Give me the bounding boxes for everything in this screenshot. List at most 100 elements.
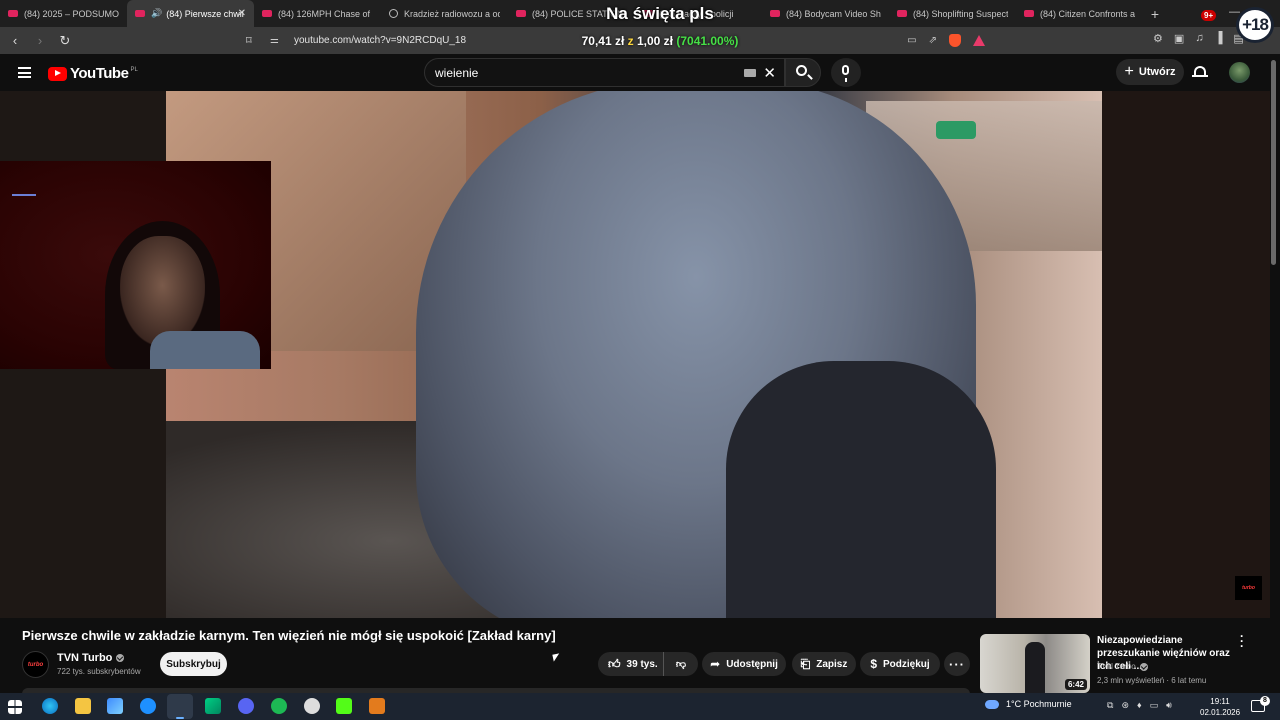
cast-icon[interactable]: ▭ bbox=[907, 35, 916, 46]
sidebar-icon[interactable]: ▐ bbox=[1215, 32, 1223, 45]
donation-progress: 70,41 zł z 1,00 zł (7041.00%) bbox=[526, 34, 794, 48]
notifications-bell-icon[interactable] bbox=[1192, 64, 1208, 79]
like-dislike-group: 👍︎ 39 tys. 👎︎ bbox=[598, 652, 698, 676]
subscriber-count: 722 tys. subskrybentów bbox=[57, 667, 141, 676]
clock-date: 02.01.2026 bbox=[1200, 708, 1241, 717]
dislike-button[interactable]: 👎︎ bbox=[664, 658, 698, 670]
recommendation-meta: 2,3 mln wyświetleń · 6 lat temu bbox=[1097, 676, 1207, 685]
donation-title: Na święta pls bbox=[606, 4, 714, 23]
browser-tab[interactable]: (84) Citizen Confronts an bbox=[1016, 0, 1143, 27]
microphone-icon bbox=[842, 65, 849, 82]
more-actions-button[interactable]: ··· bbox=[944, 652, 970, 676]
clear-search-icon[interactable]: ✕ bbox=[763, 64, 776, 82]
browser-tab-active[interactable]: 🔊 (84) Pierwsze chwil ✕ bbox=[127, 0, 254, 27]
channel-name[interactable]: TVN Turbo bbox=[57, 652, 125, 664]
play-app-icon[interactable] bbox=[205, 698, 221, 714]
youtube-icon bbox=[516, 10, 526, 17]
subscribe-button[interactable]: Subskrybuj bbox=[160, 652, 227, 676]
spotify-icon[interactable] bbox=[271, 698, 287, 714]
account-avatar[interactable] bbox=[1229, 62, 1250, 83]
music-icon[interactable]: ♫ bbox=[1195, 32, 1203, 45]
donation-sep: z bbox=[627, 34, 634, 48]
forward-icon[interactable]: › bbox=[30, 33, 50, 48]
age-restriction-badge: +18 bbox=[1236, 7, 1274, 43]
webcam-accent-line bbox=[12, 194, 36, 196]
streamer-webcam-overlay bbox=[0, 161, 271, 369]
voice-search-button[interactable] bbox=[831, 58, 861, 87]
thumbnail-person bbox=[1025, 642, 1045, 693]
tray-app-icon[interactable]: ⧉ bbox=[1107, 700, 1113, 711]
save-button[interactable]: ⎗ Zapisz bbox=[792, 652, 856, 676]
brave-rewards-icon[interactable] bbox=[973, 35, 985, 46]
browser-tab[interactable]: Kradzież radiowozu a odp bbox=[381, 0, 508, 27]
mail-icon[interactable] bbox=[140, 698, 156, 714]
brave-shields-icon[interactable] bbox=[949, 34, 961, 47]
mouse-cursor bbox=[552, 653, 561, 662]
taskbar-active-indicator bbox=[167, 694, 193, 719]
new-tab-button[interactable]: + bbox=[1143, 6, 1167, 22]
back-icon[interactable]: ‹ bbox=[5, 33, 25, 48]
youtube-play-icon bbox=[48, 66, 67, 81]
file-explorer-icon[interactable] bbox=[75, 698, 91, 714]
duration-badge: 6:42 bbox=[1064, 679, 1087, 690]
donation-goal: 1,00 zł bbox=[636, 34, 674, 48]
discord-icon[interactable] bbox=[238, 698, 254, 714]
share-button[interactable]: ➦ Udostępnij bbox=[702, 652, 786, 676]
volume-icon[interactable]: 🔊︎ bbox=[1166, 700, 1172, 711]
browser-tab[interactable]: (84) Shoplifting Suspect P bbox=[889, 0, 1016, 27]
verified-icon bbox=[1139, 662, 1148, 671]
tray-app-icon[interactable]: ⊛ bbox=[1121, 700, 1129, 711]
site-settings-icon[interactable]: ⚌ bbox=[270, 35, 290, 46]
browser-tab[interactable]: (84) 126MPH Chase of Sto bbox=[254, 0, 381, 27]
video-frame[interactable] bbox=[166, 91, 1103, 618]
keyboard-icon[interactable] bbox=[744, 69, 756, 77]
video-scene-officer-legs bbox=[726, 361, 996, 618]
recommendation-more-icon[interactable]: · · · bbox=[1238, 630, 1246, 652]
super-thanks-icon: $ bbox=[870, 657, 877, 671]
mic-tray-icon[interactable]: ♦ bbox=[1137, 700, 1142, 711]
notification-count-badge: 9+ bbox=[1201, 10, 1217, 21]
taskbar-clock[interactable]: 19:11 02.01.2026 bbox=[1200, 696, 1240, 718]
browser-tab[interactable]: (84) 2025 – PODSUMOWA bbox=[0, 0, 127, 27]
share-icon[interactable]: ⇗ bbox=[929, 35, 937, 46]
youtube-icon bbox=[1024, 10, 1034, 17]
create-button[interactable]: + Utwórz bbox=[1116, 59, 1184, 85]
verified-icon bbox=[116, 654, 125, 662]
network-icon[interactable]: ▭ bbox=[1150, 700, 1159, 711]
notification-center-icon[interactable]: 8 bbox=[1251, 696, 1270, 712]
channel-avatar[interactable]: turbo bbox=[22, 651, 49, 678]
bookmark-icon[interactable]: ⌑ bbox=[246, 34, 264, 47]
page-scrollbar[interactable] bbox=[1271, 60, 1276, 265]
edge-icon[interactable] bbox=[42, 698, 58, 714]
url-bar-actions: ▭ ⇗ bbox=[907, 34, 985, 47]
vlc-icon[interactable] bbox=[369, 698, 385, 714]
obs-icon[interactable] bbox=[304, 698, 320, 714]
youtube-icon bbox=[897, 10, 907, 17]
bookmark-icon: ⎗ bbox=[800, 656, 811, 671]
video-scene-object bbox=[936, 121, 976, 139]
youtube-logo[interactable]: YouTube PL bbox=[48, 65, 138, 82]
menu-icon[interactable] bbox=[18, 67, 31, 78]
youtube-icon bbox=[262, 10, 272, 17]
like-button[interactable]: 👍︎ 39 tys. bbox=[598, 652, 664, 676]
speaker-icon[interactable]: 🔊 bbox=[151, 8, 162, 19]
recommendation-thumbnail[interactable]: 6:42 bbox=[980, 634, 1090, 693]
webcam-person-face bbox=[120, 236, 205, 346]
recommendation-channel[interactable]: TVN Turbo bbox=[1097, 662, 1148, 671]
windows-start-icon[interactable] bbox=[8, 700, 22, 714]
close-tab-icon[interactable]: ✕ bbox=[238, 8, 246, 19]
youtube-icon bbox=[135, 10, 145, 17]
thanks-button[interactable]: $ Podziękuj bbox=[860, 652, 940, 676]
kick-icon[interactable] bbox=[336, 698, 352, 714]
reading-icon[interactable]: ▣ bbox=[1174, 32, 1184, 45]
notification-count: 8 bbox=[1260, 696, 1270, 706]
cloud-icon bbox=[985, 699, 999, 709]
url-text[interactable]: youtube.com/watch?v=9N2RCDqU_18 bbox=[294, 35, 466, 46]
channel-watermark[interactable]: turbo bbox=[1235, 576, 1262, 600]
video-letterbox-right bbox=[1102, 91, 1270, 618]
reload-icon[interactable]: ↻ bbox=[55, 33, 75, 49]
thumbs-down-icon: 👎︎ bbox=[675, 659, 687, 670]
extension-icon[interactable]: ⚙ bbox=[1153, 32, 1163, 45]
weather-widget[interactable]: 1°C Pochmurnie bbox=[985, 699, 1072, 709]
store-icon[interactable] bbox=[107, 698, 123, 714]
